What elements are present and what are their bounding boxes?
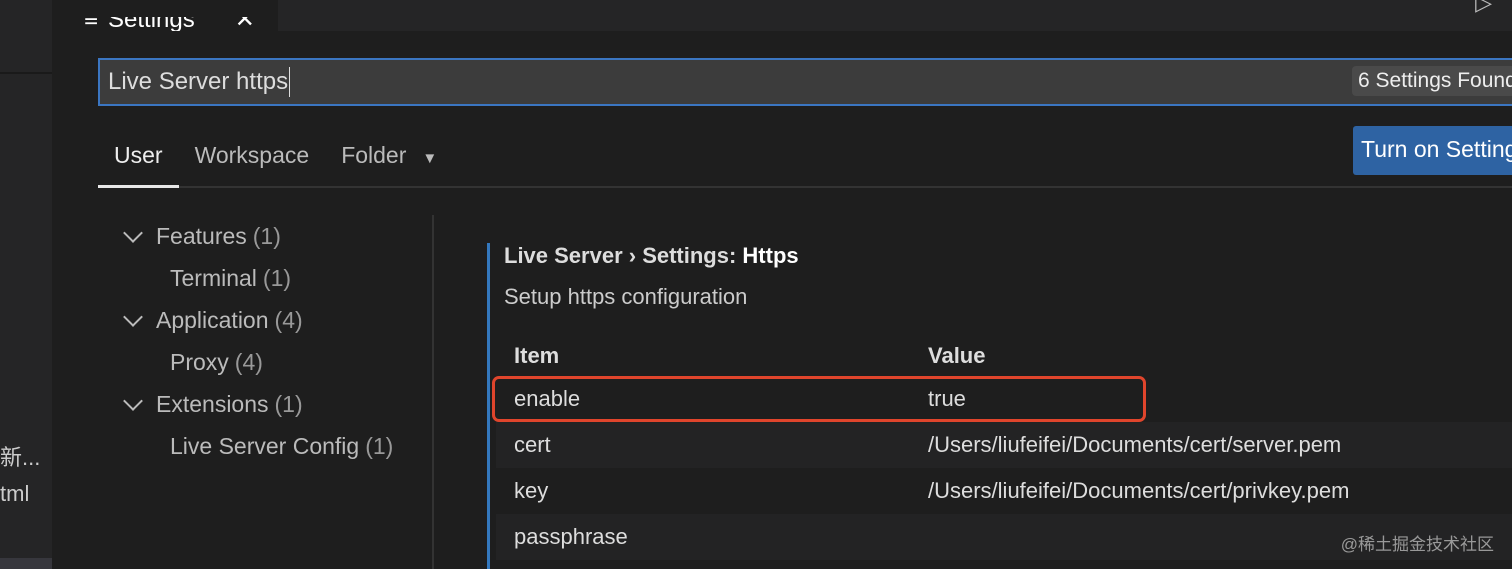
chevron-down-icon — [123, 391, 143, 411]
close-icon[interactable]: ✕ — [235, 17, 255, 31]
toc-item-proxy[interactable]: Proxy (4) — [98, 341, 432, 383]
column-header-item: Item — [514, 343, 560, 368]
toc-count: (1) — [252, 222, 281, 249]
table-row[interactable]: key/Users/liufeifei/Documents/cert/privk… — [496, 468, 1512, 514]
search-value: Live Server https — [108, 68, 289, 95]
tab-settings[interactable]: ≡ Settings ✕ — [52, 0, 278, 31]
toc-label: Application — [156, 306, 269, 333]
column-header-value: Value — [928, 343, 986, 368]
toc-label: Terminal — [170, 264, 257, 291]
table-header: Item Value — [496, 336, 1512, 376]
table-row[interactable]: cert/Users/liufeifei/Documents/cert/serv… — [496, 422, 1512, 468]
toc-count: (1) — [262, 264, 292, 291]
toc-count: (1) — [365, 432, 394, 459]
run-icon[interactable]: ▷ — [1475, 0, 1492, 16]
scope-tabs: User Workspace Folder ▼ — [98, 130, 1512, 188]
object-setting-table: Item Value enable true cert/Users/liufeife… — [496, 336, 1512, 560]
sash-divider[interactable] — [432, 215, 434, 569]
turn-on-settings-sync-button[interactable]: Turn on Settings Sync — [1353, 126, 1512, 175]
row-value: /Users/liufeifei/Documents/cert/privkey.… — [928, 478, 1350, 503]
chevron-down-icon — [123, 223, 143, 243]
row-item: cert — [514, 432, 551, 457]
chevron-down-icon — [123, 307, 143, 327]
setting-description: Setup https configuration — [504, 284, 748, 309]
toc-label: Proxy — [170, 348, 229, 375]
toc-item-features[interactable]: Features (1) — [98, 215, 432, 257]
tab-user[interactable]: User — [98, 130, 179, 188]
toc-item-live-server-config[interactable]: Live Server Config (1) — [98, 425, 432, 467]
watermark: @稀土掘金技术社区 — [1340, 535, 1494, 554]
toc-count: (1) — [274, 390, 303, 417]
focused-setting-indicator — [487, 243, 490, 569]
toc-item-extensions[interactable]: Extensions (1) — [98, 383, 432, 425]
toc-label: Live Server Config — [170, 432, 360, 459]
toc-label: Extensions — [156, 390, 269, 417]
explorer-sidebar: 新... tml — [0, 0, 52, 569]
tab-folder[interactable]: Folder ▼ — [325, 130, 453, 188]
selected-item[interactable] — [0, 558, 52, 569]
chevron-down-icon: ▼ — [422, 150, 438, 167]
toc-item-terminal[interactable]: Terminal (1) — [98, 257, 432, 299]
toc-count: (4) — [274, 306, 303, 333]
tab-workspace[interactable]: Workspace — [179, 130, 326, 188]
setting-name: Https — [742, 243, 799, 268]
settings-toc: Features (1) Terminal (1) Application (4) P… — [98, 215, 432, 467]
settings-search-input[interactable]: Live Server https — [98, 58, 1512, 106]
row-value: /Users/liufeifei/Documents/cert/server.p… — [928, 432, 1342, 457]
results-count-badge: 6 Settings Found — [1352, 66, 1512, 96]
toc-label: Features — [156, 222, 247, 249]
setting-category: Live Server › Settings: — [504, 243, 743, 268]
divider — [0, 72, 52, 74]
explorer-file[interactable]: 新... — [0, 440, 40, 472]
tab-folder-label: Folder — [341, 142, 407, 168]
row-item: passphrase — [514, 524, 628, 549]
tab-label: Settings — [108, 17, 195, 31]
toc-count: (4) — [234, 348, 263, 375]
text-caret — [289, 67, 291, 97]
settings-tab-icon: ≡ — [84, 17, 99, 31]
toc-item-application[interactable]: Application (4) — [98, 299, 432, 341]
explorer-file[interactable]: tml — [0, 481, 29, 507]
setting-title: Live Server › Settings: Https — [504, 243, 799, 269]
row-item: key — [514, 478, 549, 503]
highlight-annotation-box — [492, 376, 1146, 422]
